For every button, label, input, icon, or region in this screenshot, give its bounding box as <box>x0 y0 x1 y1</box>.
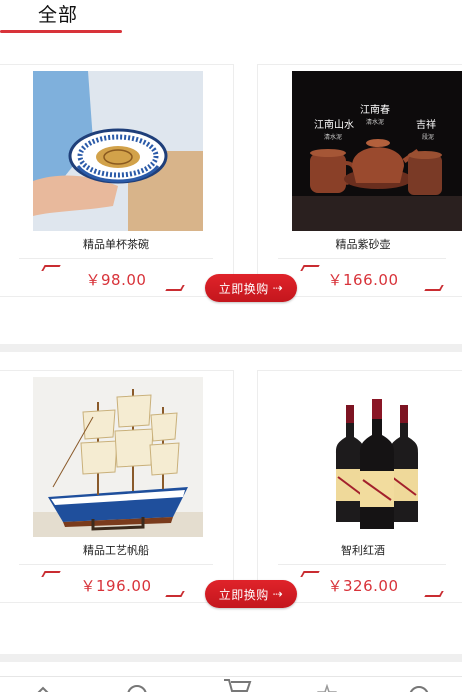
divider <box>278 564 446 565</box>
product-name: 智利红酒 <box>341 544 385 557</box>
teapot-right-sublabel: 段泥 <box>422 133 434 141</box>
product-image-tea-bowl[interactable] <box>33 71 203 231</box>
product-price: ￥98.00 <box>85 271 147 289</box>
tab-active-indicator <box>0 30 122 33</box>
product-name: 精品工艺帆船 <box>83 544 149 557</box>
price-bracket-right <box>165 285 185 291</box>
product-name: 精品单杯茶碗 <box>83 238 149 251</box>
divider <box>19 258 213 259</box>
arrow-right-icon: ⇢ <box>272 587 284 601</box>
price-bracket-right <box>165 591 185 597</box>
product-price: ￥196.00 <box>80 577 152 595</box>
exchange-now-button[interactable]: 立即换购 ⇢ <box>205 580 297 608</box>
product-card[interactable]: 精品单杯茶碗 ￥98.00 <box>0 64 234 297</box>
tab-all[interactable]: 全部 <box>38 0 78 27</box>
divider <box>19 564 213 565</box>
arrow-right-icon: ⇢ <box>272 281 284 295</box>
exchange-now-button[interactable]: 立即换购 ⇢ <box>205 274 297 302</box>
section-separator <box>0 654 462 662</box>
product-image-red-wine[interactable] <box>292 377 462 537</box>
product-card[interactable]: 江南山水 清水泥 江南春 清水泥 吉祥 段泥 精品紫砂壶 ￥166.00 <box>257 64 462 297</box>
price-bracket-right <box>424 285 444 291</box>
exchange-now-label: 立即换购 <box>218 281 269 296</box>
category-icon[interactable] <box>126 681 148 692</box>
home-icon[interactable] <box>32 681 54 692</box>
divider <box>278 258 446 259</box>
teapot-left-label: 江南山水 <box>314 118 354 131</box>
teapot-left-sublabel: 清水泥 <box>324 133 342 141</box>
teapot-center-sublabel: 清水泥 <box>366 118 384 126</box>
product-card[interactable]: 智利红酒 ￥326.00 <box>257 370 462 603</box>
bottom-navigation <box>0 676 462 692</box>
exchange-now-label: 立即换购 <box>218 587 269 602</box>
top-tabbar: 全部 <box>0 0 462 34</box>
product-card[interactable]: 精品工艺帆船 ￥196.00 <box>0 370 234 603</box>
product-image-sailboat[interactable] <box>33 377 203 537</box>
teapot-center-label: 江南春 <box>360 103 390 116</box>
product-image-teapot[interactable]: 江南山水 清水泥 江南春 清水泥 吉祥 段泥 <box>292 71 462 231</box>
product-name: 精品紫砂壶 <box>335 238 391 251</box>
star-icon[interactable] <box>316 681 338 692</box>
profile-icon[interactable] <box>408 681 430 692</box>
cart-icon[interactable] <box>222 677 252 692</box>
teapot-right-label: 吉祥 <box>416 118 436 131</box>
price-bracket-right <box>424 591 444 597</box>
section-separator <box>0 344 462 352</box>
